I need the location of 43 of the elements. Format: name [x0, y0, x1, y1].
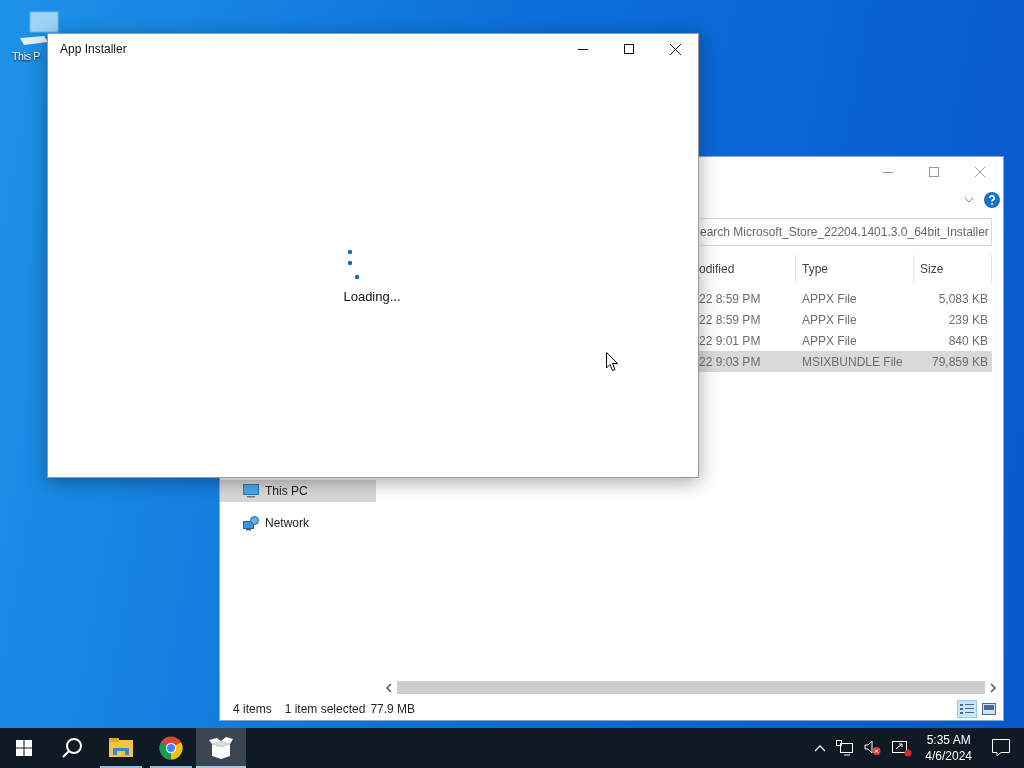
- help-icon[interactable]: [984, 192, 1000, 208]
- chevron-icon[interactable]: [964, 197, 974, 203]
- item-count: 4 items: [233, 702, 272, 716]
- close-icon: [669, 43, 681, 55]
- taskbar-app-button[interactable]: [196, 728, 246, 768]
- file-row[interactable]: 22 8:59 PM APPX File 5,083 KB: [699, 288, 992, 309]
- nav-item[interactable]: This PC: [220, 480, 376, 502]
- column-header[interactable]: Type: [796, 255, 914, 284]
- loading-text: Loading...: [343, 289, 401, 304]
- browser-icon: [159, 736, 183, 760]
- notification-icon[interactable]: [992, 739, 1010, 757]
- computer-icon[interactable]: [18, 10, 62, 48]
- selection-status: 1 item selected: [284, 702, 366, 716]
- muted-speaker-icon[interactable]: [864, 740, 883, 756]
- folder-icon: [109, 738, 133, 758]
- nav-item[interactable]: Network: [220, 512, 376, 534]
- loading-spinner-icon: [347, 249, 359, 281]
- search-field[interactable]: earch Microsoft_Store_22204.1401.3.0_64bit_Installer: [700, 218, 992, 246]
- maximize-icon: [929, 167, 939, 177]
- maximize-icon: [624, 44, 634, 54]
- network-icon: [243, 515, 259, 531]
- selection-size: 77.9 MB: [370, 702, 416, 716]
- windows-logo-icon: [16, 740, 32, 756]
- column-header[interactable]: Size: [914, 255, 992, 284]
- screen-icon[interactable]: [892, 739, 913, 757]
- network-icon[interactable]: [836, 740, 855, 756]
- scroll-left-icon[interactable]: [385, 682, 393, 693]
- chevron-up-icon[interactable]: [814, 744, 827, 752]
- window-title: App Installer: [59, 42, 127, 56]
- details-icon: [960, 703, 974, 715]
- clock[interactable]: 5:35 AM 4/6/2024: [917, 732, 980, 764]
- details-view-button[interactable]: [957, 700, 977, 718]
- file-row[interactable]: 22 9:01 PM APPX File 840 KB: [699, 330, 992, 351]
- cursor-icon: [606, 352, 619, 372]
- search-icon: [61, 737, 83, 759]
- box-icon: [209, 737, 233, 759]
- close-icon: [975, 167, 985, 177]
- tiles-icon: [982, 703, 996, 715]
- file-row[interactable]: 22 8:59 PM APPX File 239 KB: [699, 309, 992, 330]
- tiles-view-button[interactable]: [979, 700, 999, 718]
- monitor-icon: [243, 484, 259, 498]
- scroll-right-icon[interactable]: [989, 682, 997, 693]
- file-row[interactable]: 22 9:03 PM MSIXBUNDLE File 79,859 KB: [699, 351, 992, 372]
